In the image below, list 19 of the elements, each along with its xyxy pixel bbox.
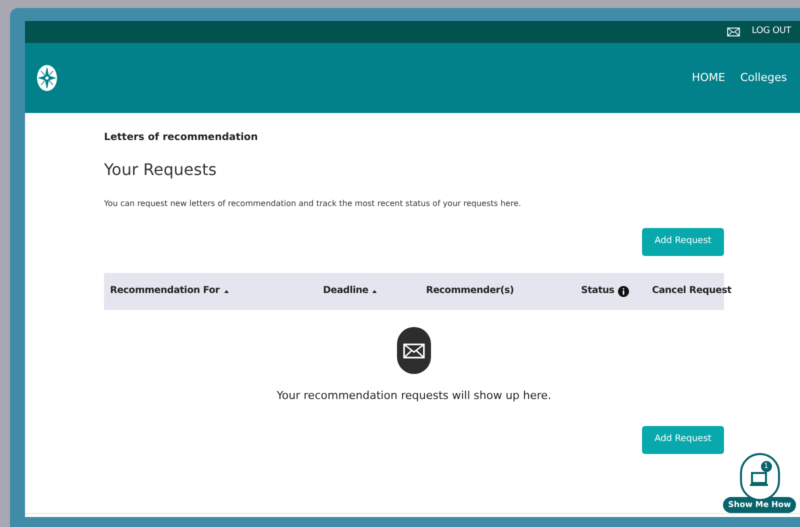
sort-icon[interactable] (372, 290, 378, 293)
column-header: Cancel Request (652, 284, 732, 298)
logout-link[interactable]: LOG OUT (752, 25, 791, 39)
intro-text: You can request new letters of recommendation and track the most recent status of your requests here. (104, 198, 522, 210)
column-header[interactable]: Recommendation For (110, 284, 220, 299)
column-header[interactable]: Deadline (323, 284, 368, 299)
compass-logo-icon[interactable] (37, 65, 57, 91)
mail-icon (726, 27, 740, 37)
column-header: Status (581, 284, 614, 298)
nav-link[interactable]: Colleges (740, 70, 787, 86)
sort-icon[interactable] (224, 290, 229, 293)
empty-state-message: Your recommendation requests will show up here. (276, 388, 552, 404)
nav-link[interactable]: HOME (692, 70, 726, 86)
show-me-how-button[interactable]: Show Me How (723, 497, 796, 513)
info-icon[interactable] (618, 286, 630, 297)
column-header: Recommender(s) (426, 284, 514, 298)
page-heading: Your Requests (104, 159, 218, 181)
breadcrumb: Letters of recommendation (104, 131, 259, 145)
envelope-drawing (403, 342, 425, 358)
